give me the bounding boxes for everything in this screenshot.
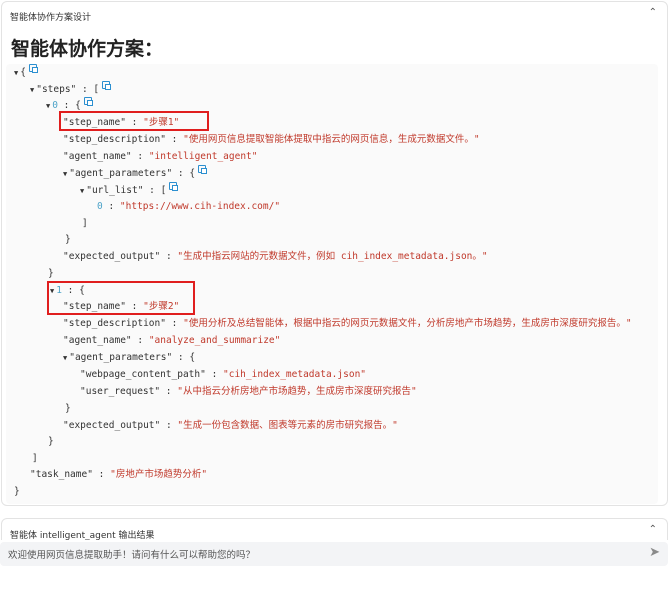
json-root-close: } (14, 486, 20, 497)
collapse-triangle-icon[interactable]: ▼ (30, 83, 34, 97)
highlight-box-step1 (59, 111, 209, 131)
step-0-close: } (48, 268, 54, 279)
agent-parameters-close: } (65, 403, 71, 414)
copy-icon[interactable] (169, 182, 179, 191)
collapse-triangle-icon[interactable]: ▼ (63, 351, 67, 365)
step-1-agent-parameters: ▼ "agent_parameters" : { (63, 351, 196, 365)
collapse-chevron-icon[interactable]: ⌃ (649, 524, 657, 535)
webpage-content-path-line: "webpage_content_path" : "cih_index_meta… (80, 369, 367, 380)
step-1-close: } (48, 436, 54, 447)
json-root-line: ▼{ (14, 64, 38, 80)
page-heading: 智能体协作方案： (11, 38, 164, 60)
collapse-triangle-icon[interactable]: ▼ (14, 66, 18, 80)
highlight-box-step2 (47, 281, 195, 315)
copy-icon[interactable] (198, 165, 208, 174)
step-1-expected-output: "expected_output" : "生成一份包含数据、图表等元素的房市研究… (63, 420, 398, 431)
chat-input-bar: ➤ (0, 542, 668, 566)
send-icon[interactable]: ➤ (649, 545, 660, 560)
panel-title: 智能体协作方案设计 (10, 13, 92, 23)
url-list-close: ] (82, 218, 88, 229)
collapse-triangle-icon[interactable]: ▼ (80, 184, 84, 198)
user-request-line: "user_request" : "从中指云分析房地产市场趋势，生成房市深度研究… (80, 386, 417, 397)
url-list-line: ▼ "url_list" : [ (80, 182, 179, 198)
collapse-triangle-icon[interactable]: ▼ (46, 99, 50, 113)
plan-panel: 智能体协作方案设计 ⌃ 智能体协作方案： ▼{ ▼ "steps" : [ ▼ 0 … (1, 1, 668, 506)
task-name-line: "task_name" : "房地产市场趋势分析" (30, 469, 208, 480)
step-1-step-description: "step_description" : "使用分析及总结智能体，根据中指云的网… (63, 318, 632, 329)
collapse-triangle-icon[interactable]: ▼ (63, 167, 67, 181)
output-panel-title: 智能体 intelligent_agent 输出结果 (10, 531, 155, 540)
step-0-step-description: "step_description" : "使用网页信息提取智能体提取中指云的网… (63, 134, 480, 145)
chat-input[interactable] (6, 547, 630, 563)
steps-line: ▼ "steps" : [ (30, 81, 112, 97)
step-0-agent-name: "agent_name" : "intelligent_agent" (63, 151, 258, 162)
output-panel: 智能体 intelligent_agent 输出结果 ⌃ (1, 518, 668, 540)
steps-close: ] (32, 453, 38, 464)
agent-parameters-close: } (65, 234, 71, 245)
copy-icon[interactable] (28, 64, 38, 73)
step-1-agent-name: "agent_name" : "analyze_and_summarize" (63, 335, 281, 346)
collapse-chevron-icon[interactable]: ⌃ (649, 7, 657, 18)
url-item: 0 : "https://www.cih-index.com/" (97, 201, 281, 212)
copy-icon[interactable] (83, 97, 93, 106)
copy-icon[interactable] (102, 81, 112, 90)
step-0-agent-parameters: ▼ "agent_parameters" : { (63, 165, 208, 181)
step-0-expected-output: "expected_output" : "生成中指云网站的元数据文件，例如 ci… (63, 251, 488, 262)
